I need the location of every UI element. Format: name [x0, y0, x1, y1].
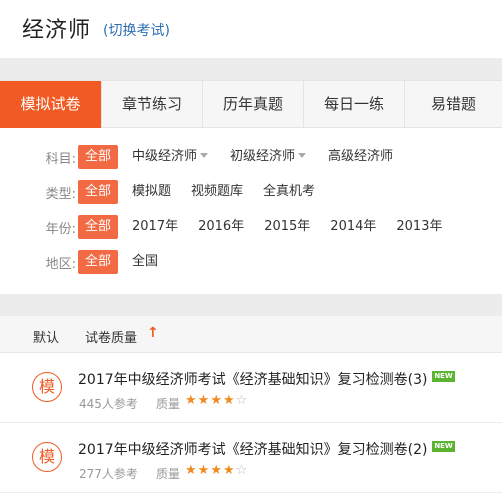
filter-type-computer[interactable]: 全真机考 [256, 180, 322, 204]
tab-error-prone[interactable]: 易错题 [405, 81, 502, 128]
chevron-down-icon [200, 153, 209, 158]
star-filled-icon: ★ [197, 463, 211, 478]
sort-up-arrow-icon[interactable]: ↑ [147, 325, 159, 341]
filter-row-subject: 科目: 全部 中级经济师 初级经济师 高级经济师 [0, 144, 400, 170]
filter-subject-intermediate[interactable]: 中级经济师 [125, 145, 215, 169]
category-tabs: 模拟试卷 章节练习 历年真题 每日一练 易错题 [0, 80, 502, 128]
quality-label: 质量 [156, 467, 181, 481]
filter-subject-all[interactable]: 全部 [78, 145, 119, 169]
filter-year-all[interactable]: 全部 [78, 215, 119, 239]
exam-item-title[interactable]: 2017年中级经济师考试《经济基础知识》复习检测卷(3) [78, 369, 427, 389]
filter-year-2014[interactable]: 2014年 [323, 215, 383, 239]
filter-type-mock[interactable]: 模拟题 [125, 180, 178, 204]
star-filled-icon: ★ [185, 393, 198, 408]
new-tag: NEW [432, 441, 455, 452]
star-filled-icon: ★ [222, 463, 236, 478]
star-filled-icon: ★ [185, 463, 198, 478]
chevron-down-icon [298, 153, 307, 158]
filter-row-type: 类型: 全部 模拟题 视频题库 全真机考 [0, 179, 322, 205]
star-filled-icon: ★ [222, 393, 236, 408]
sort-bar: 默认 试卷质量 ↑ [0, 316, 502, 353]
switch-exam-link[interactable]: (切换考试) [103, 20, 170, 40]
filter-label-year: 年份: [45, 221, 76, 237]
page-header: 经济师 (切换考试) [0, 0, 502, 58]
filter-region-all[interactable]: 全部 [78, 250, 119, 274]
rating-stars: ★★★★☆ [185, 463, 248, 478]
filter-row-region: 地区: 全部 全国 [0, 249, 165, 275]
star-filled-icon: ★ [210, 393, 223, 408]
tab-past-exams[interactable]: 历年真题 [203, 81, 304, 128]
participant-count: 445人参考 [79, 397, 138, 411]
tab-daily-practice[interactable]: 每日一练 [304, 81, 405, 128]
filter-subject-junior[interactable]: 初级经济师 [223, 145, 313, 169]
exam-list: 模 2017年中级经济师考试《经济基础知识》复习检测卷(3) NEW 445人参… [0, 353, 502, 494]
filter-type-video[interactable]: 视频题库 [184, 180, 250, 204]
filter-panel: 科目: 全部 中级经济师 初级经济师 高级经济师 类型: 全部 模拟题 视频题库… [0, 128, 502, 294]
filter-year-2016[interactable]: 2016年 [191, 215, 251, 239]
filter-label-type: 类型: [45, 186, 76, 202]
filter-region-national[interactable]: 全国 [125, 250, 165, 274]
list-item[interactable]: 模 2017年中级经济师考试《经济基础知识》复习检测卷(2) NEW 277人参… [0, 423, 502, 493]
tab-chapter-practice[interactable]: 章节练习 [102, 81, 203, 128]
filter-year-2015[interactable]: 2015年 [257, 215, 317, 239]
quality-label: 质量 [156, 397, 181, 411]
star-empty-icon: ☆ [235, 393, 249, 408]
filter-year-2017[interactable]: 2017年 [125, 215, 185, 239]
mock-badge-icon: 模 [32, 372, 62, 402]
star-filled-icon: ★ [210, 463, 223, 478]
filter-label-subject: 科目: [45, 151, 76, 167]
sort-default[interactable]: 默认 [33, 327, 59, 346]
filter-year-2013[interactable]: 2013年 [389, 215, 449, 239]
star-empty-icon: ☆ [235, 463, 249, 478]
filter-row-year: 年份: 全部 2017年 2016年 2015年 2014年 2013年 [0, 214, 449, 240]
list-item[interactable]: 模 2017年中级经济师考试《经济基础知识》复习检测卷(3) NEW 445人参… [0, 353, 502, 423]
exam-title: 经济师 [22, 18, 92, 43]
filter-label-region: 地区: [45, 256, 76, 272]
filter-subject-senior[interactable]: 高级经济师 [321, 145, 400, 169]
star-filled-icon: ★ [197, 393, 211, 408]
sort-quality[interactable]: 试卷质量 [85, 327, 137, 346]
rating-stars: ★★★★☆ [185, 393, 248, 408]
new-tag: NEW [432, 371, 455, 382]
tab-mock-exam[interactable]: 模拟试卷 [0, 81, 102, 128]
mock-badge-icon: 模 [32, 442, 62, 472]
exam-item-title[interactable]: 2017年中级经济师考试《经济基础知识》复习检测卷(2) [78, 439, 427, 459]
participant-count: 277人参考 [79, 467, 138, 481]
filter-type-all[interactable]: 全部 [78, 180, 119, 204]
